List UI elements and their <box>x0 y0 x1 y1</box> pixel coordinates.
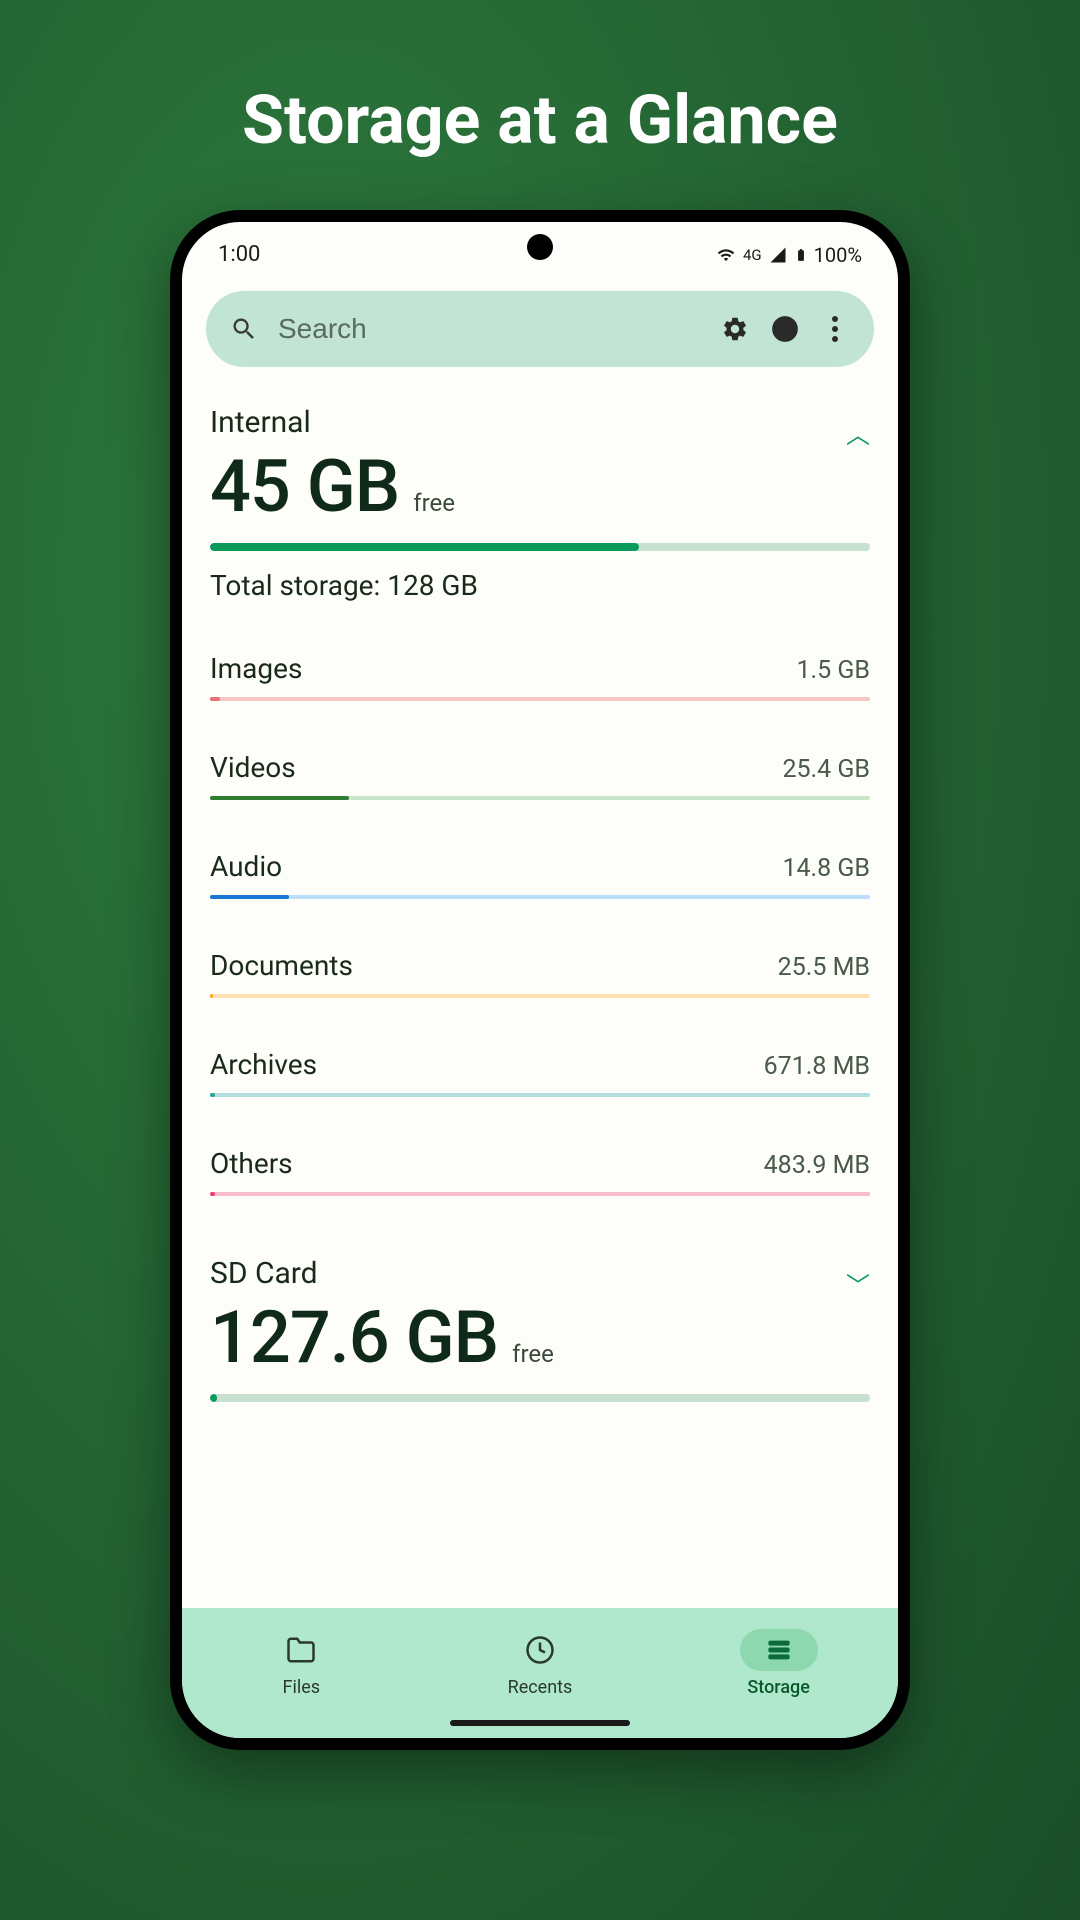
category-progress-bar <box>210 895 870 899</box>
nav-storage[interactable]: Storage <box>712 1621 846 1706</box>
battery-icon <box>794 244 808 266</box>
category-others[interactable]: Others 483.9 MB <box>210 1147 870 1196</box>
category-name: Images <box>210 652 302 685</box>
clock-icon <box>501 1629 579 1671</box>
internal-name: Internal <box>210 405 455 440</box>
nav-label: Recents <box>508 1677 573 1698</box>
phone-frame: 1:00 4G 100% <box>170 210 910 1750</box>
category-size: 483.9 MB <box>764 1151 870 1180</box>
category-documents[interactable]: Documents 25.5 MB <box>210 949 870 998</box>
page-title: Storage at a Glance <box>242 80 838 160</box>
search-icon <box>230 315 258 343</box>
category-progress-bar <box>210 1093 870 1097</box>
internal-free-label: free <box>413 489 455 517</box>
nav-recents[interactable]: Recents <box>473 1621 607 1706</box>
chevron-down-icon[interactable]: ﹀ <box>846 1266 870 1301</box>
category-size: 25.4 GB <box>782 755 870 784</box>
folder-icon <box>262 1629 340 1671</box>
status-right: 4G 100% <box>715 243 862 267</box>
category-progress-bar <box>210 994 870 998</box>
bottom-nav: Files Recents Storage <box>182 1608 898 1738</box>
status-battery: 100% <box>814 243 862 267</box>
sdcard-free-label: free <box>512 1340 554 1368</box>
info-icon <box>771 315 799 343</box>
category-progress-fill <box>210 796 349 800</box>
category-progress-fill <box>210 1093 215 1097</box>
category-size: 1.5 GB <box>797 656 871 685</box>
internal-storage-section: Internal 45 GB free ︿ Total storage: 128… <box>210 405 870 1196</box>
category-size: 14.8 GB <box>782 854 870 883</box>
category-progress-fill <box>210 697 220 701</box>
category-size: 25.5 MB <box>778 953 870 982</box>
sdcard-storage-section: SD Card 127.6 GB free ﹀ <box>210 1256 870 1402</box>
category-name: Videos <box>210 751 296 784</box>
phone-screen: 1:00 4G 100% <box>182 222 898 1738</box>
nav-files[interactable]: Files <box>234 1621 368 1706</box>
content-area: Internal 45 GB free ︿ Total storage: 128… <box>182 381 898 1608</box>
storage-icon <box>740 1629 818 1671</box>
category-progress-fill <box>210 1192 215 1196</box>
category-name: Archives <box>210 1048 317 1081</box>
internal-progress-fill <box>210 543 639 551</box>
category-name: Audio <box>210 850 282 883</box>
internal-total-label: Total storage: 128 GB <box>210 569 870 602</box>
search-bar[interactable] <box>206 291 874 367</box>
sdcard-name: SD Card <box>210 1256 554 1291</box>
wifi-icon <box>715 246 737 264</box>
more-vertical-icon <box>832 316 838 342</box>
sdcard-progress-bar <box>210 1394 870 1402</box>
camera-hole <box>527 234 553 260</box>
signal-icon <box>768 246 788 264</box>
more-button[interactable] <box>820 314 850 344</box>
internal-free-value: 45 GB <box>210 444 399 529</box>
sdcard-progress-fill <box>210 1394 217 1402</box>
settings-button[interactable] <box>720 314 750 344</box>
category-progress-bar <box>210 1192 870 1196</box>
nav-label: Storage <box>747 1677 810 1698</box>
chevron-up-icon[interactable]: ︿ <box>846 415 870 450</box>
category-name: Documents <box>210 949 353 982</box>
category-progress-bar <box>210 796 870 800</box>
internal-progress-bar <box>210 543 870 551</box>
category-archives[interactable]: Archives 671.8 MB <box>210 1048 870 1097</box>
search-input[interactable] <box>278 313 700 345</box>
category-progress-bar <box>210 697 870 701</box>
nav-label: Files <box>283 1677 321 1698</box>
category-name: Others <box>210 1147 293 1180</box>
home-indicator <box>450 1720 630 1726</box>
category-videos[interactable]: Videos 25.4 GB <box>210 751 870 800</box>
category-audio[interactable]: Audio 14.8 GB <box>210 850 870 899</box>
status-time: 1:00 <box>218 242 260 267</box>
status-network: 4G <box>743 246 762 264</box>
sdcard-free-value: 127.6 GB <box>210 1295 498 1380</box>
category-size: 671.8 MB <box>764 1052 870 1081</box>
category-images[interactable]: Images 1.5 GB <box>210 652 870 701</box>
info-button[interactable] <box>770 314 800 344</box>
gear-icon <box>721 315 749 343</box>
category-progress-fill <box>210 895 289 899</box>
category-progress-fill <box>210 994 213 998</box>
